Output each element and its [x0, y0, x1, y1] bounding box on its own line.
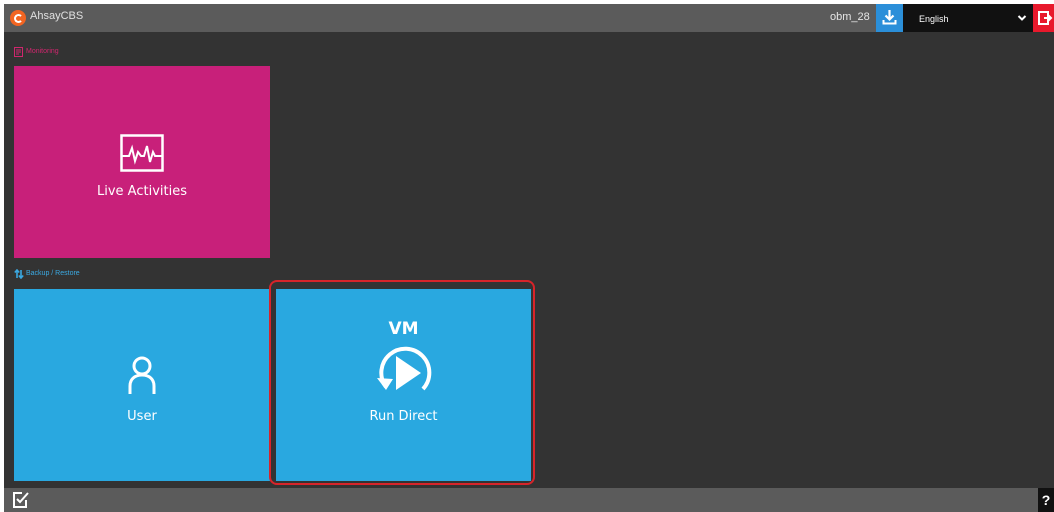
- username-label: obm_28: [830, 11, 870, 23]
- logout-icon: [1038, 11, 1053, 25]
- live-activities-label: Live Activities: [97, 184, 187, 199]
- app-title: AhsayCBS: [30, 10, 84, 22]
- logout-button[interactable]: [1033, 4, 1054, 32]
- user-tile-label: User: [127, 409, 157, 424]
- run-direct-tile[interactable]: VM Run Direct: [276, 289, 531, 481]
- vm-badge: VM: [388, 319, 419, 339]
- vm-run-direct-icon: [377, 346, 432, 391]
- user-tile[interactable]: User: [14, 289, 270, 481]
- pulse-monitor-icon: [120, 134, 164, 172]
- user-icon: [128, 356, 156, 394]
- backup-restore-section-label: Backup / Restore: [26, 270, 80, 277]
- download-button[interactable]: [876, 4, 903, 32]
- download-icon: [882, 10, 897, 25]
- chevron-down-icon: [1017, 15, 1027, 21]
- live-activities-tile[interactable]: Live Activities: [14, 66, 270, 258]
- monitoring-section-label: Monitoring: [26, 48, 59, 55]
- app-window: AhsayCBS obm_28 English Monitoring Live …: [4, 4, 1054, 512]
- top-bar: AhsayCBS obm_28 English: [4, 4, 1054, 32]
- run-direct-label: Run Direct: [369, 409, 438, 424]
- language-value: English: [919, 14, 949, 24]
- language-select[interactable]: English: [903, 4, 1033, 32]
- monitor-report-icon: [14, 47, 23, 57]
- bottom-bar: ?: [4, 488, 1054, 512]
- ahsay-logo-icon: [10, 10, 26, 26]
- help-button[interactable]: ?: [1038, 488, 1054, 512]
- sync-arrows-icon: [14, 269, 24, 279]
- checklist-icon[interactable]: [12, 491, 30, 509]
